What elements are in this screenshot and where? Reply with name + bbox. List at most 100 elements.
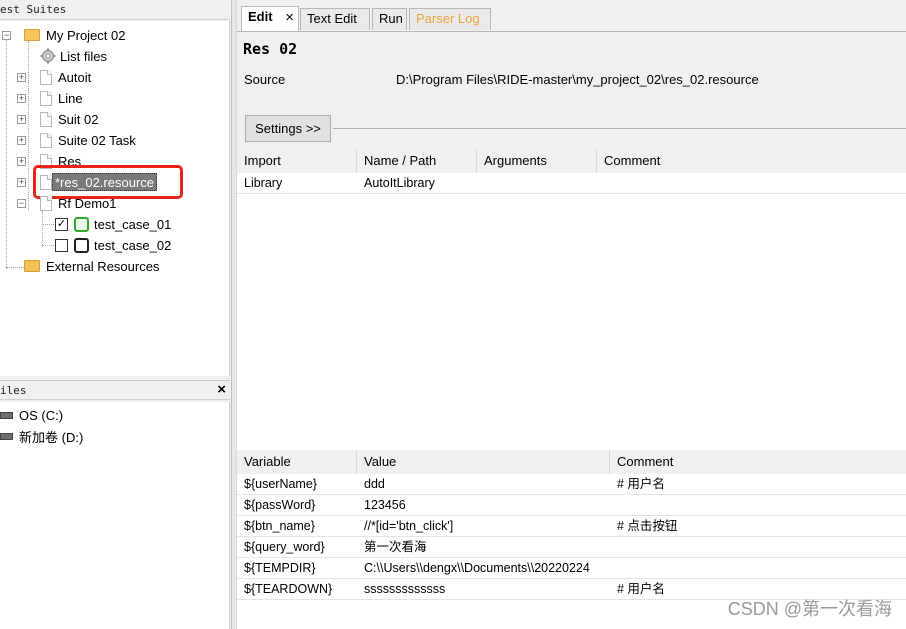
column-header[interactable]: Arguments <box>477 149 597 173</box>
tree-item-label: Suite 02 Task <box>58 132 136 148</box>
tree-item-label: Rf Demo1 <box>58 195 117 211</box>
column-header[interactable]: Name / Path <box>357 149 477 173</box>
tree-item-external-resources[interactable]: External Resources <box>24 256 159 276</box>
table-row[interactable]: Library AutoItLibrary <box>237 173 906 194</box>
tree-item-label: Autoit <box>58 69 92 85</box>
tree-guide-line <box>28 41 29 211</box>
tree-guide-line <box>42 211 43 247</box>
tree-guide-line <box>42 245 54 246</box>
expand-icon[interactable]: + <box>17 115 26 124</box>
table-cell[interactable]: 第一次看海 <box>357 537 610 557</box>
table-cell[interactable]: # 用户名 <box>610 474 906 494</box>
expand-icon[interactable]: + <box>17 94 26 103</box>
suite-tree[interactable]: − My Project 02 List files + Autoit + Li… <box>0 21 230 376</box>
tree-item-suite-02-task[interactable]: Suite 02 Task <box>40 130 136 150</box>
column-header[interactable]: Comment <box>610 450 906 474</box>
table-cell[interactable]: 123456 <box>357 495 610 515</box>
tree-item-label: Line <box>58 90 83 106</box>
tree-guide-line <box>42 224 54 225</box>
tree-item-rf-demo1[interactable]: Rf Demo1 <box>40 193 117 213</box>
tree-item-label: List files <box>60 48 107 64</box>
tab-label: Run <box>379 11 403 26</box>
file-icon <box>40 69 52 85</box>
table-cell[interactable]: AutoItLibrary <box>357 173 477 193</box>
tab-bar: Edit × Text Edit Run Parser Log <box>237 0 906 31</box>
column-header[interactable]: Import <box>237 149 357 173</box>
tab-label: Parser Log <box>416 11 480 26</box>
resource-title: Res 02 <box>243 40 298 58</box>
tree-item-list-files[interactable]: List files <box>40 46 107 66</box>
table-cell[interactable]: ${btn_name} <box>237 516 357 536</box>
table-cell[interactable]: ${TEMPDIR} <box>237 558 357 578</box>
drive-item-d[interactable]: 新加卷 (D:) <box>0 426 83 446</box>
watermark: CSDN @第一次看海 <box>727 599 892 619</box>
table-row[interactable]: ${passWord} 123456 <box>237 495 906 516</box>
unchecked-checkbox[interactable] <box>55 238 68 252</box>
expand-icon[interactable]: + <box>17 73 26 82</box>
settings-button[interactable]: Settings >> <box>245 115 331 142</box>
table-cell[interactable]: ${passWord} <box>237 495 357 515</box>
table-cell[interactable]: ${userName} <box>237 474 357 494</box>
table-cell[interactable]: ddd <box>357 474 610 494</box>
table-cell[interactable]: # 点击按钮 <box>610 516 906 536</box>
expand-icon[interactable]: + <box>17 178 26 187</box>
tab-text-edit[interactable]: Text Edit <box>300 8 370 30</box>
table-row[interactable]: ${userName} ddd # 用户名 <box>237 474 906 495</box>
files-list[interactable]: OS (C:) 新加卷 (D:) <box>0 402 230 629</box>
tree-item-label: Suit 02 <box>58 111 99 127</box>
tab-label: Text Edit <box>307 11 357 26</box>
collapse-icon[interactable]: − <box>17 199 26 208</box>
tree-item-test-case-01[interactable]: ✓ test_case_01 <box>55 214 171 234</box>
variables-table-header: Variable Value Comment <box>237 450 906 474</box>
expand-icon[interactable]: + <box>17 157 26 166</box>
tab-edit[interactable]: Edit × <box>241 6 299 31</box>
table-row[interactable]: ${btn_name} //*[id='btn_click'] # 点击按钮 <box>237 516 906 537</box>
table-cell[interactable] <box>610 495 906 515</box>
test-suites-header: est Suites <box>0 0 230 20</box>
tree-item-label: test_case_02 <box>94 237 172 253</box>
test-suites-panel: est Suites − My Project 02 List files + <box>0 0 231 629</box>
table-cell[interactable]: C:\\Users\\dengx\\Documents\\20220224 <box>357 558 610 578</box>
tree-item-my-project-02[interactable]: My Project 02 <box>24 25 125 45</box>
editor-panel: Edit × Text Edit Run Parser Log Res 02 S… <box>237 0 906 629</box>
table-cell[interactable]: sssssssssssss <box>357 579 610 599</box>
checked-checkbox[interactable]: ✓ <box>55 217 68 231</box>
tab-parser-log[interactable]: Parser Log <box>409 8 491 30</box>
tree-item-line[interactable]: Line <box>40 88 83 108</box>
tree-guide-line <box>6 267 24 268</box>
drive-item-c[interactable]: OS (C:) <box>0 405 63 425</box>
table-cell[interactable] <box>610 537 906 557</box>
robot-black-icon <box>74 237 89 253</box>
column-header[interactable]: Comment <box>597 149 906 173</box>
tree-item-suit-02[interactable]: Suit 02 <box>40 109 98 129</box>
tree-item-autoit[interactable]: Autoit <box>40 67 91 87</box>
file-icon <box>40 111 52 127</box>
drive-icon <box>0 411 13 419</box>
column-header[interactable]: Value <box>357 450 610 474</box>
folder-icon <box>24 29 40 41</box>
resource-header-area <box>237 32 906 150</box>
resource-editor: Res 02 Source D:\Program Files\RIDE-mast… <box>237 31 906 629</box>
table-cell[interactable] <box>597 173 906 193</box>
column-header[interactable]: Variable <box>237 450 357 474</box>
expand-icon[interactable]: + <box>17 136 26 145</box>
drive-label: OS (C:) <box>19 407 64 423</box>
table-row[interactable]: ${TEMPDIR} C:\\Users\\dengx\\Documents\\… <box>237 558 906 579</box>
tree-item-test-case-02[interactable]: test_case_02 <box>55 235 171 255</box>
file-icon <box>40 132 52 148</box>
close-tab-icon[interactable]: × <box>285 8 294 28</box>
table-cell[interactable] <box>477 173 597 193</box>
close-icon[interactable]: × <box>217 381 226 399</box>
gear-icon <box>40 48 56 64</box>
table-row[interactable]: ${query_word} 第一次看海 <box>237 537 906 558</box>
table-cell[interactable]: ${query_word} <box>237 537 357 557</box>
table-cell[interactable]: Library <box>237 173 357 193</box>
table-cell[interactable]: //*[id='btn_click'] <box>357 516 610 536</box>
table-cell[interactable] <box>610 558 906 578</box>
collapse-icon[interactable]: − <box>2 31 11 40</box>
table-cell[interactable]: ${TEARDOWN} <box>237 579 357 599</box>
files-header: iles <box>0 380 230 400</box>
tab-run[interactable]: Run <box>372 8 407 30</box>
divider <box>333 128 906 129</box>
folder-gear-icon <box>24 260 40 272</box>
